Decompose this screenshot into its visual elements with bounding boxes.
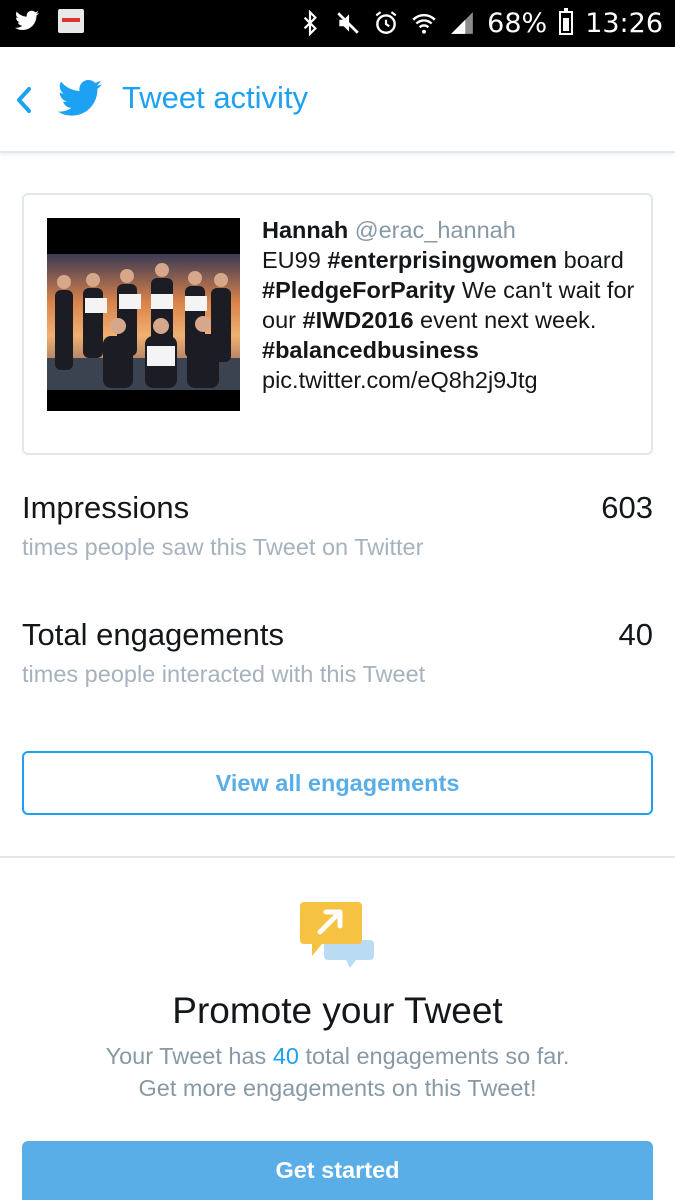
battery-percentage: 68% [487,7,548,39]
tweet-text-segment: EU99 [262,247,328,273]
bluetooth-icon [303,10,318,36]
hashtag-link[interactable]: #PledgeForParity [262,277,455,303]
tweet-text: Hannah @erac_hannah EU99 #enterprisingwo… [262,215,642,395]
promote-desc-text: Your Tweet has [105,1043,273,1069]
mute-icon [337,12,359,34]
alarm-icon [375,11,397,34]
engagements-value: 40 [618,617,653,652]
promote-desc-text: total engagements so far. [298,1043,570,1069]
tweet-media-link[interactable]: pic.twitter.com/eQ8h2j9Jtg [262,367,538,393]
status-bar: 68% 13:26 [0,0,675,47]
impressions-stat: Impressions 603 times people saw this Tw… [22,490,653,570]
get-started-button[interactable]: Get started [22,1141,653,1200]
group-photo [47,218,240,411]
hashtag-link[interactable]: #balancedbusiness [262,337,479,363]
engagements-label: Total engagements [22,617,284,652]
app-header: Tweet activity [0,47,675,153]
page-title: Tweet activity [122,80,309,115]
wifi-icon [412,14,436,34]
twitter-bird-icon [15,10,39,30]
view-all-engagements-button[interactable]: View all engagements [22,751,653,815]
clock: 13:26 [585,7,663,39]
battery-icon [559,8,574,35]
engagements-description: times people interacted with this Tweet [22,661,426,687]
back-button[interactable] [10,82,38,118]
promote-title: Promote your Tweet [172,990,503,1031]
signal-icon [451,12,474,34]
app-notification-icon [58,9,84,33]
tweet-author-name: Hannah [262,217,349,243]
section-divider [0,856,675,858]
tweet-text-segment: event next week. [413,307,597,333]
impressions-value: 603 [601,490,653,525]
hashtag-link[interactable]: #enterprisingwomen [327,247,557,273]
promote-chat-arrow-icon [300,902,374,968]
impressions-label: Impressions [22,490,190,525]
tweet-photo[interactable] [47,218,240,411]
impressions-description: times people saw this Tweet on Twitter [22,534,424,560]
tweet-text-segment: board [557,247,624,273]
tweet-card[interactable]: Hannah @erac_hannah EU99 #enterprisingwo… [22,193,653,455]
promote-desc-line2: Get more engagements on this Tweet! [138,1075,537,1101]
chevron-left-icon [17,87,31,113]
tweet-author-handle: @erac_hannah [354,217,516,243]
twitter-bird-icon [58,80,102,116]
engagements-stat: Total engagements 40 times people intera… [22,617,653,697]
hashtag-link[interactable]: #IWD2016 [303,307,414,333]
promote-engagement-count: 40 [272,1043,299,1069]
promote-description: Your Tweet has 40 total engagements so f… [0,1040,675,1104]
